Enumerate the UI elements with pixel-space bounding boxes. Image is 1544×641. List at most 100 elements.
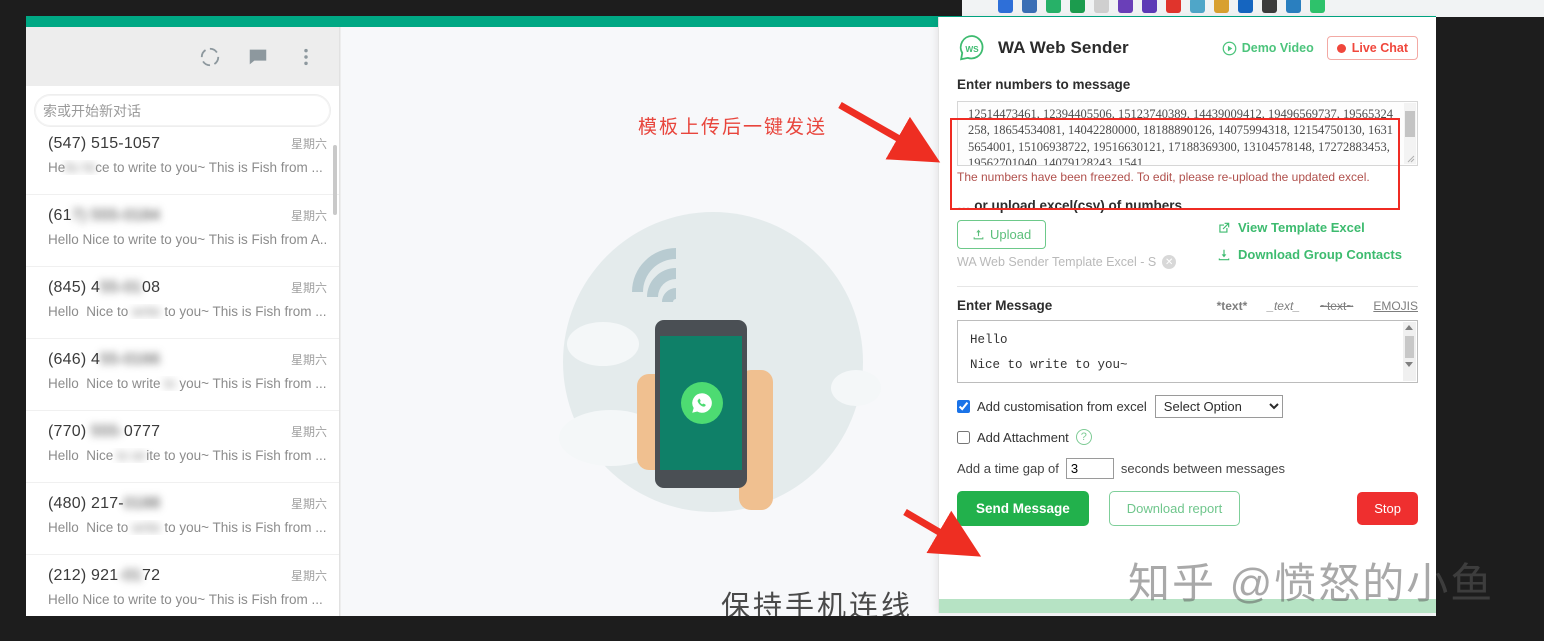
numbers-textarea-value: 12514473461, 12394405506, 15123740389, 1… (968, 107, 1393, 166)
customisation-checkbox[interactable] (957, 400, 970, 413)
message-header: Enter Message *text* _text_ ~text~ EMOJI… (957, 298, 1418, 313)
color-wheel-icon[interactable] (1118, 0, 1133, 13)
redaction-blur: 55-0166 (100, 351, 161, 368)
list-item[interactable]: (617) 555-0184 星期六 Hello Nice to write t… (26, 195, 339, 267)
browser-extension-toolbar (962, 0, 1544, 17)
chat-preview: Hello Nice to write to you~ This is Fish… (48, 448, 327, 463)
format-bold-hint[interactable]: *text* (1217, 299, 1248, 313)
panel-brand-title: WA Web Sender (998, 38, 1129, 57)
live-chat-button[interactable]: Live Chat (1326, 36, 1418, 60)
watermark-text: 知乎 @愤怒的小鱼 (1128, 560, 1495, 607)
upload-button[interactable]: Upload (957, 220, 1047, 249)
numbers-scrollbar-thumb[interactable] (1405, 111, 1415, 137)
download-report-button[interactable]: Download report (1108, 491, 1241, 526)
chat-name-suffix: 0777 (123, 423, 161, 440)
format-italic-hint[interactable]: _text_ (1267, 299, 1300, 313)
chat-name-text: (770) (48, 423, 91, 440)
attachment-checkbox[interactable] (957, 430, 970, 444)
list-item[interactable]: (845) 455-0108 星期六 Hello Nice to write t… (26, 267, 339, 339)
status-ring-icon[interactable] (199, 46, 221, 68)
demo-video-button[interactable]: Demo Video (1222, 41, 1314, 56)
page-caption: 保持手机连线 (721, 591, 914, 616)
message-section-label: Enter Message (957, 298, 1053, 313)
time-gap-row: Add a time gap of seconds between messag… (957, 458, 1418, 479)
phone-device-icon (655, 320, 747, 488)
time-gap-suffix-label: seconds between messages (1120, 461, 1285, 476)
uploaded-file-chip: WA Web Sender Template Excel - S ✕ (957, 255, 1192, 269)
message-scrollbar[interactable] (1403, 322, 1416, 381)
remove-file-icon[interactable]: ✕ (1162, 255, 1177, 269)
redaction-blur: -01 (118, 567, 143, 584)
flag-icon[interactable] (1046, 0, 1061, 13)
search-input[interactable]: 索或开始新对话 (34, 94, 331, 127)
live-dot-icon (1336, 43, 1346, 53)
list-item[interactable]: (646) 455-0166 星期六 Hello Nice to write t… (26, 339, 339, 411)
scroll-down-icon[interactable] (1405, 362, 1413, 367)
send-message-button[interactable]: Send Message (957, 491, 1089, 526)
chat-icon[interactable] (1310, 0, 1325, 13)
phone-illustration (559, 202, 881, 532)
circle-icon[interactable] (1094, 0, 1109, 13)
cloud-icon (567, 322, 639, 366)
section-divider (957, 286, 1418, 287)
bookmark-icon[interactable] (998, 0, 1013, 13)
upload-icon (973, 229, 984, 240)
chat-time: 星期六 (290, 137, 327, 151)
chat-name-text: (845) 4 (48, 279, 101, 296)
time-gap-prefix-label: Add a time gap of (957, 461, 1059, 476)
spiral-icon[interactable] (1286, 0, 1301, 13)
chat-name: (646) 455-0166 (48, 351, 160, 369)
scroll-up-icon[interactable] (1405, 325, 1413, 330)
stop-button[interactable]: Stop (1357, 492, 1418, 525)
view-template-excel-link[interactable]: View Template Excel (1217, 220, 1402, 235)
chat-name-text: (646) 4 (48, 351, 101, 368)
chat-time: 星期六 (290, 497, 327, 511)
chat-search-row: 索或开始新对话 (26, 86, 339, 135)
download-group-contacts-link[interactable]: Download Group Contacts (1217, 247, 1402, 262)
chat-name-text: (480) 217- (48, 495, 124, 512)
menu-icon[interactable] (295, 46, 317, 68)
chat-list-scrollbar[interactable] (333, 145, 337, 215)
list-item[interactable]: (212) 921-0172 星期六 Hello Nice to write t… (26, 555, 339, 616)
droplet-icon[interactable] (1142, 0, 1157, 13)
time-gap-input[interactable] (1065, 458, 1114, 479)
numbers-textarea[interactable]: 12514473461, 12394405506, 15123740389, 1… (957, 101, 1418, 166)
whatsapp-glyph-icon (692, 393, 712, 413)
chat-name: (212) 921-0172 (48, 567, 160, 585)
play-circle-icon (1222, 41, 1237, 55)
customisation-select[interactable]: Select Option (1154, 395, 1283, 418)
chat-name-suffix: 72 (142, 567, 161, 584)
shield-icon[interactable] (1238, 0, 1253, 13)
rainbow-icon[interactable] (1214, 0, 1229, 13)
chat-name: (617) 555-0184 (48, 207, 160, 225)
attachment-label: Add Attachment (977, 429, 1069, 445)
wallet-icon[interactable] (1262, 0, 1277, 13)
view-template-excel-label: View Template Excel (1238, 220, 1365, 235)
chat-time: 星期六 (290, 425, 327, 439)
chat-list: (547) 515-1057 星期六 Hello Nice to write t… (26, 135, 339, 616)
emojis-button[interactable]: EMOJIS (1373, 299, 1418, 313)
list-item[interactable]: (480) 217-0188 星期六 Hello Nice to write t… (26, 483, 339, 555)
resize-handle-icon[interactable] (1407, 155, 1415, 163)
numbers-frozen-note: The numbers have been freezed. To edit, … (957, 170, 1370, 184)
globe-icon[interactable] (1190, 0, 1205, 13)
annotation-callout-text: 模板上传后一键发送 (638, 117, 828, 138)
mail-icon[interactable] (1070, 0, 1085, 13)
help-icon[interactable]: ? (1075, 429, 1092, 445)
list-item[interactable]: (547) 515-1057 星期六 Hello Nice to write t… (26, 135, 339, 195)
action-button-row: Send Message Download report Stop (957, 491, 1418, 526)
chat-name-suffix: 08 (142, 279, 161, 296)
block-icon[interactable] (1166, 0, 1181, 13)
format-strikethrough-hint[interactable]: ~text~ (1320, 299, 1353, 313)
customisation-label: Add customisation from excel (977, 399, 1147, 414)
message-textarea[interactable]: Hello Nice to write to you~ (957, 320, 1418, 383)
chat-preview: Hello Nice to write to you~ This is Fish… (48, 304, 327, 319)
message-scrollbar-thumb[interactable] (1405, 336, 1414, 358)
svg-text:WS: WS (965, 45, 979, 54)
chat-name: (547) 515-1057 (48, 135, 161, 152)
download-icon[interactable] (1022, 0, 1037, 13)
list-item[interactable]: (770) 555-0777 星期六 Hello Nice to write t… (26, 411, 339, 483)
new-chat-icon[interactable] (247, 46, 269, 68)
chat-time: 星期六 (290, 353, 327, 367)
format-toolbar: *text* _text_ ~text~ EMOJIS (1217, 299, 1418, 313)
